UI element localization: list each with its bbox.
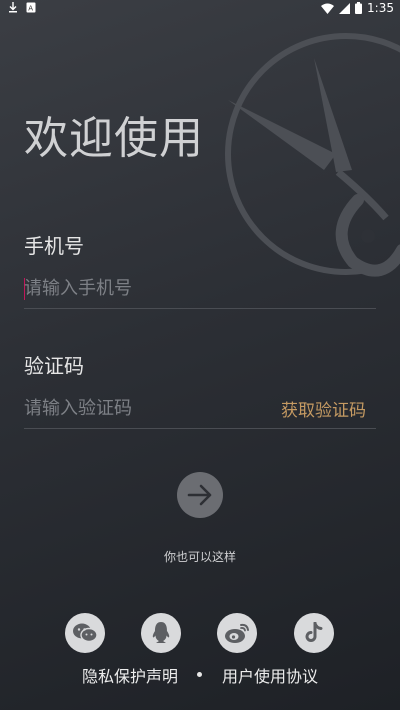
- privacy-policy-link[interactable]: 隐私保护声明: [82, 663, 178, 687]
- arrow-right-icon: [187, 484, 212, 506]
- phone-label: 手机号: [24, 234, 84, 258]
- weibo-login-button[interactable]: [217, 613, 257, 653]
- code-input[interactable]: [24, 394, 264, 422]
- footer-links: 隐私保护声明 用户使用协议: [0, 663, 400, 687]
- sim-card-icon: A: [26, 2, 36, 13]
- wechat-login-button[interactable]: [65, 613, 105, 653]
- page-title: 欢迎使用: [24, 113, 204, 164]
- phone-field-row: [24, 268, 376, 309]
- scissors-hook-watermark-icon: [225, 33, 400, 277]
- status-bar: A 1:35: [0, 0, 400, 18]
- login-submit-button[interactable]: [177, 472, 223, 518]
- phone-input[interactable]: [24, 274, 264, 302]
- status-time: 1:35: [367, 1, 394, 15]
- code-field-row: 获取验证码: [24, 388, 376, 429]
- tiktok-icon: [305, 622, 323, 642]
- alt-login-text: 你也可以这样: [163, 550, 236, 564]
- battery-icon: [355, 2, 363, 14]
- qq-login-button[interactable]: [141, 613, 181, 653]
- wifi-icon: [321, 3, 335, 14]
- user-agreement-link[interactable]: 用户使用协议: [222, 663, 318, 687]
- weibo-icon: [225, 623, 249, 643]
- tiktok-login-button[interactable]: [294, 613, 334, 653]
- svg-text:A: A: [28, 5, 33, 13]
- wechat-icon: [73, 623, 98, 643]
- code-label: 验证码: [24, 354, 84, 378]
- qq-icon: [152, 622, 170, 643]
- footer-separator-dot: [197, 672, 202, 677]
- signal-icon: [339, 2, 351, 14]
- download-icon: [9, 2, 17, 13]
- get-code-button[interactable]: 获取验证码: [281, 396, 366, 421]
- social-login-row: [0, 613, 400, 653]
